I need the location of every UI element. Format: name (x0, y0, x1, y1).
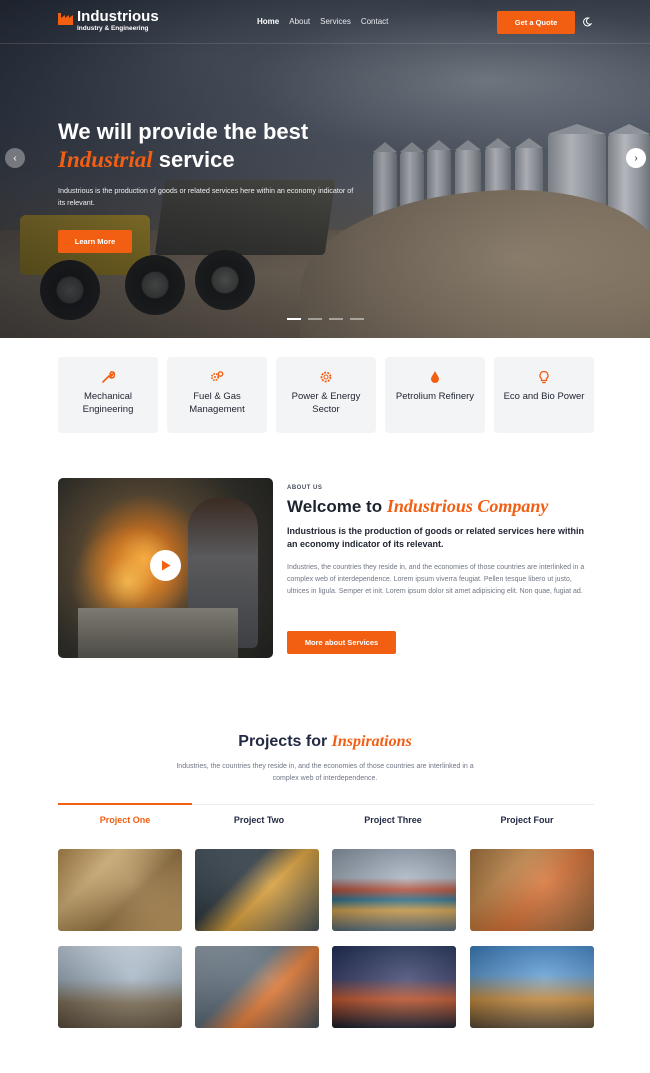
about-title-main: Welcome to (287, 497, 383, 516)
tab-project-one[interactable]: Project One (58, 803, 192, 830)
about-kicker: ABOUT US (287, 485, 323, 491)
hero-title-accent: Industrial (58, 147, 153, 172)
slider-pagination (287, 318, 364, 320)
hero-section: Industrious Industry & Engineering Home … (0, 0, 650, 338)
menu-contact[interactable]: Contact (361, 17, 389, 26)
hero-description: Industrious is the production of goods o… (58, 186, 354, 207)
menu-services[interactable]: Services (320, 17, 351, 26)
about-title-accent: Industrious Company (386, 496, 549, 516)
thumbnail-shade (470, 946, 594, 1028)
slider-dot[interactable] (350, 318, 364, 320)
dark-mode-toggle-icon[interactable] (582, 17, 592, 27)
top-nav: Industrious Industry & Engineering Home … (0, 0, 650, 44)
brand-logo[interactable]: Industrious Industry & Engineering (58, 9, 159, 33)
play-icon (161, 560, 170, 571)
service-card-fuel-gas[interactable]: Fuel & Gas Management (167, 357, 267, 433)
slider-dot[interactable] (287, 318, 301, 320)
lightbulb-icon (539, 370, 549, 384)
project-thumbnail[interactable] (58, 946, 182, 1028)
thumbnail-shade (195, 946, 319, 1028)
slider-next-button[interactable]: › (626, 148, 646, 168)
project-thumbnail[interactable] (332, 849, 456, 931)
service-card-mechanical[interactable]: Mechanical Engineering (58, 357, 158, 433)
service-card-eco-bio[interactable]: Eco and Bio Power (494, 357, 594, 433)
about-body: Industries, the countries they reside in… (287, 564, 585, 595)
wrench-icon (102, 371, 115, 383)
about-title: Welcome to Industrious Company (287, 496, 548, 517)
service-label: Eco and Bio Power (503, 391, 585, 402)
projects-subtitle: Industries, the countries they reside in… (176, 763, 474, 782)
more-services-button[interactable]: More about Services (287, 631, 396, 654)
project-thumbnail[interactable] (195, 946, 319, 1028)
factory-icon (58, 13, 73, 25)
get-quote-button[interactable]: Get a Quote (497, 11, 575, 34)
slider-dot[interactable] (329, 318, 343, 320)
thumbnail-shade (58, 849, 182, 931)
slider-prev-button[interactable]: ‹ (5, 148, 25, 168)
hero-title-line1: We will provide the best (58, 119, 309, 144)
thumbnail-shade (332, 946, 456, 1028)
main-menu: Home About Services Contact (257, 17, 388, 26)
project-thumbnail[interactable] (470, 849, 594, 931)
thumbnail-shade (195, 849, 319, 931)
sun-gear-icon (320, 371, 332, 383)
service-label: Petrolium Refinery (395, 391, 475, 402)
slider-dot[interactable] (308, 318, 322, 320)
service-label: Power & Energy Sector (291, 391, 361, 415)
oil-drop-icon (431, 371, 439, 383)
projects-title-main: Projects for (238, 733, 328, 750)
menu-home[interactable]: Home (257, 17, 279, 26)
about-lead: Industrious is the production of goods o… (287, 526, 585, 549)
hero-title: We will provide the best Industrial serv… (58, 118, 388, 174)
gears-icon (210, 371, 224, 382)
work-table (78, 608, 238, 658)
project-thumbnail[interactable] (195, 849, 319, 931)
projects-title: Projects for Inspirations (0, 733, 650, 751)
projects-title-accent: Inspirations (331, 733, 412, 750)
project-thumbnail[interactable] (470, 946, 594, 1028)
hero-title-end: service (158, 147, 235, 172)
thumbnail-shade (470, 849, 594, 931)
project-thumbnail[interactable] (332, 946, 456, 1028)
service-card-power-energy[interactable]: Power & Energy Sector (276, 357, 376, 433)
thumbnail-shade (332, 849, 456, 931)
service-card-petrolium[interactable]: Petrolium Refinery (385, 357, 485, 433)
menu-about[interactable]: About (289, 17, 310, 26)
video-play-button[interactable] (150, 550, 181, 581)
tab-project-three[interactable]: Project Three (326, 805, 460, 830)
brand-tagline: Industry & Engineering (77, 25, 149, 32)
chevron-right-icon: › (634, 152, 638, 164)
tab-project-four[interactable]: Project Four (460, 805, 594, 830)
service-label: Mechanical Engineering (82, 391, 134, 415)
chevron-left-icon: ‹ (13, 152, 17, 164)
project-thumbnail[interactable] (58, 849, 182, 931)
thumbnail-shade (58, 946, 182, 1028)
learn-more-button[interactable]: Learn More (58, 230, 132, 253)
brand-name: Industrious (77, 8, 159, 25)
service-label: Fuel & Gas Management (189, 391, 245, 415)
tab-project-two[interactable]: Project Two (192, 805, 326, 830)
project-tabs: Project One Project Two Project Three Pr… (58, 803, 594, 830)
